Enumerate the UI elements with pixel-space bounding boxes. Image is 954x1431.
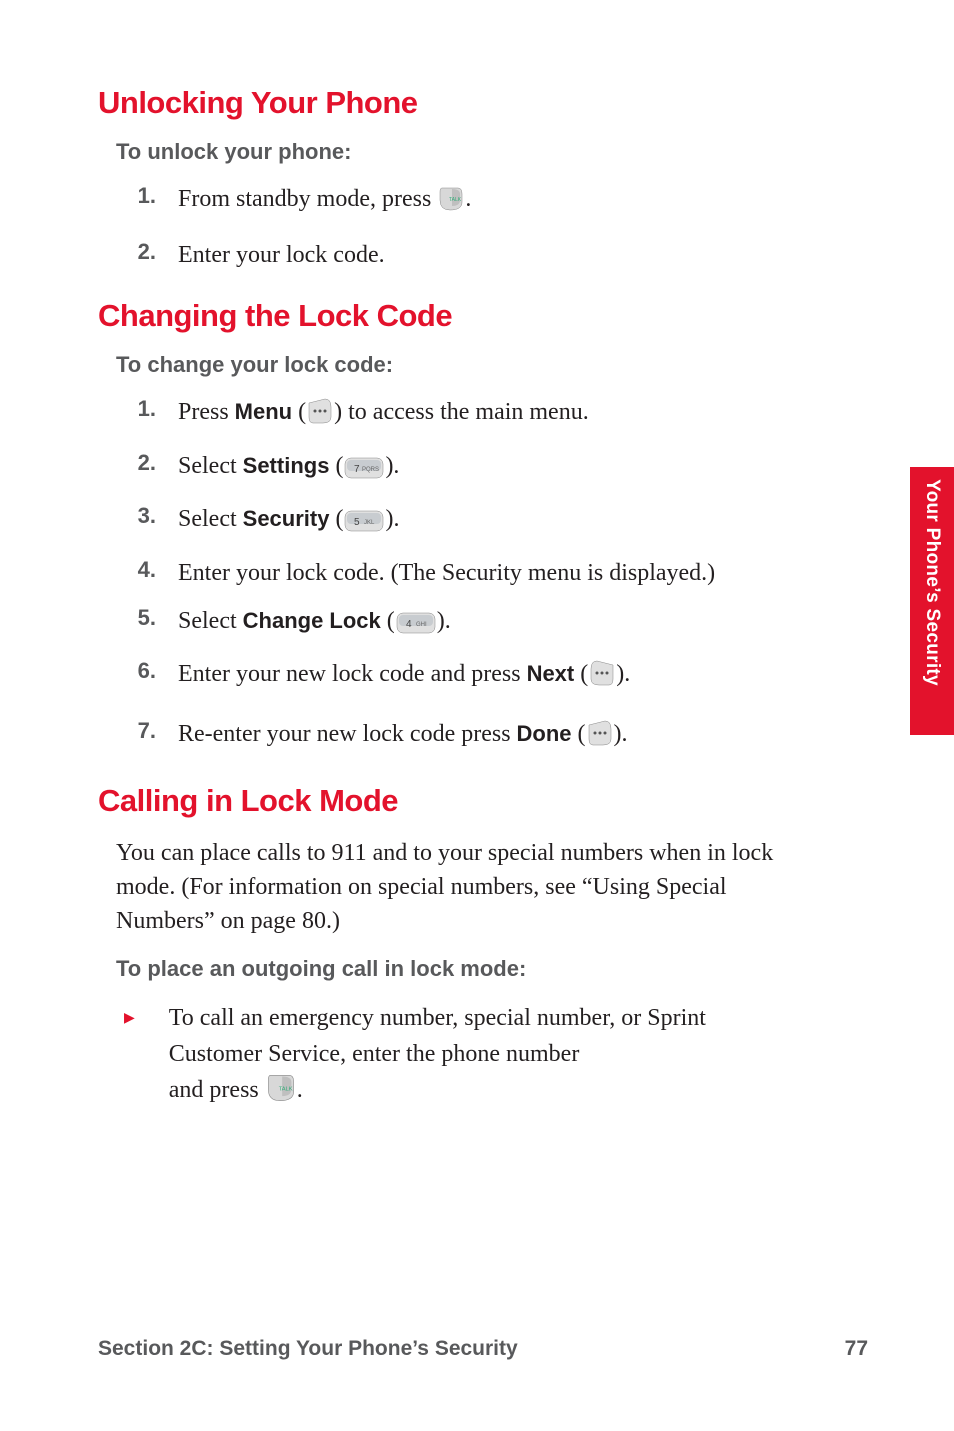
step-number: 4. <box>134 557 156 583</box>
softkey-left-icon <box>587 719 613 758</box>
heading-calling-lock: Calling in Lock Mode <box>98 783 868 819</box>
svg-text:7: 7 <box>354 464 360 475</box>
talk-key-icon: TALK <box>266 1073 296 1114</box>
step-text: Enter your lock code. (The Security menu… <box>178 557 868 591</box>
svg-text:4: 4 <box>406 619 412 630</box>
step-number: 3. <box>134 503 156 529</box>
body-paragraph: You can place calls to 911 and to your s… <box>116 837 786 938</box>
svg-text:JKL: JKL <box>364 520 375 526</box>
step-text: Press Menu () to access the main menu. <box>178 396 868 436</box>
step-number: 2. <box>134 450 156 476</box>
page-footer: Section 2C: Setting Your Phone’s Securit… <box>98 1337 868 1361</box>
side-tab-label: Your Phone’s Security <box>921 479 943 686</box>
step-item: 2. Enter your lock code. <box>98 239 868 273</box>
step-number: 1. <box>134 183 156 209</box>
step-text: From standby mode, press TALK. <box>178 183 868 223</box>
step-item: 4. Enter your lock code. (The Security m… <box>98 557 868 591</box>
svg-text:PQRS: PQRS <box>362 467 379 473</box>
step-number: 6. <box>134 658 156 684</box>
bullet-text: To call an emergency number, special num… <box>169 1000 786 1114</box>
step-number: 1. <box>134 396 156 422</box>
step-item: 1. From standby mode, press TALK. <box>98 183 868 223</box>
step-item: 1. Press Menu () to access the main menu… <box>98 396 868 436</box>
key-4-icon: 4 GHI <box>396 611 436 645</box>
talk-key-icon: TALK <box>438 186 464 223</box>
heading-changing-lock: Changing the Lock Code <box>98 298 868 334</box>
step-text: Enter your lock code. <box>178 239 868 273</box>
step-item: 3. Select Security (5JKL). <box>98 503 868 543</box>
step-item: 2. Select Settings (7PQRS). <box>98 450 868 490</box>
step-item: 5. Select Change Lock (4GHI). <box>98 605 868 645</box>
softkey-right-icon <box>589 659 615 698</box>
step-text: Re-enter your new lock code press Done (… <box>178 718 868 758</box>
step-text: Select Security (5JKL). <box>178 503 868 543</box>
key-5-icon: 5 JKL <box>344 509 384 543</box>
step-text: Enter your new lock code and press Next … <box>178 658 868 698</box>
heading-unlocking: Unlocking Your Phone <box>98 85 868 121</box>
step-text: Select Settings (7PQRS). <box>178 450 868 490</box>
step-item: 7. Re-enter your new lock code press Don… <box>98 718 868 758</box>
svg-text:5: 5 <box>354 517 360 528</box>
svg-text:TALK: TALK <box>449 197 462 203</box>
svg-text:TALK: TALK <box>278 1086 292 1092</box>
step-item: 6. Enter your new lock code and press Ne… <box>98 658 868 698</box>
page-number: 77 <box>845 1337 868 1361</box>
bullet-item: ▶ To call an emergency number, special n… <box>124 1000 786 1114</box>
side-tab: Your Phone’s Security <box>910 467 954 735</box>
footer-section-label: Section 2C: Setting Your Phone’s Securit… <box>98 1337 518 1361</box>
step-number: 5. <box>134 605 156 631</box>
subheading-unlock: To unlock your phone: <box>116 139 868 165</box>
svg-text:GHI: GHI <box>416 622 427 628</box>
subheading-change-lock: To change your lock code: <box>116 352 868 378</box>
arrow-icon: ▶ <box>124 1010 135 1027</box>
step-number: 7. <box>134 718 156 744</box>
step-number: 2. <box>134 239 156 265</box>
subheading-outgoing: To place an outgoing call in lock mode: <box>116 956 868 982</box>
step-text: Select Change Lock (4GHI). <box>178 605 868 645</box>
key-7-icon: 7PQRS <box>344 456 384 490</box>
softkey-left-icon <box>307 397 333 436</box>
